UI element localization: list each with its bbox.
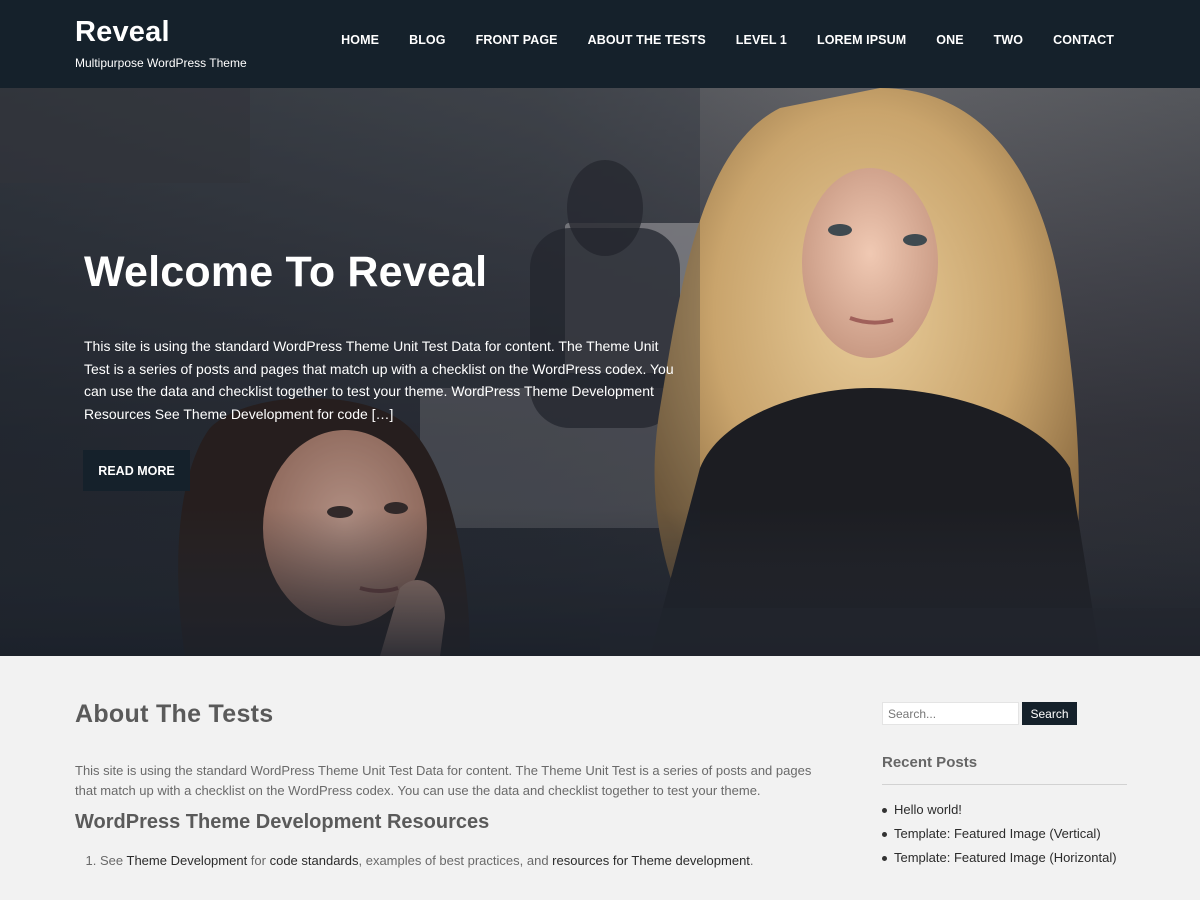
sidebar: Search Recent Posts Hello world! Templat… <box>882 702 1127 872</box>
recent-post-item[interactable]: Hello world! <box>882 800 1127 820</box>
search-button[interactable]: Search <box>1022 702 1077 725</box>
hero-banner: Welcome To Reveal This site is using the… <box>0 88 1200 656</box>
site-title[interactable]: Reveal <box>75 16 247 49</box>
list-item-text: , examples of best practices, and <box>358 853 553 868</box>
site-branding: Reveal Multipurpose WordPress Theme <box>75 16 247 70</box>
nav-item-front-page[interactable]: FRONT PAGE <box>476 33 558 47</box>
site-description: Multipurpose WordPress Theme <box>75 56 247 70</box>
search-input[interactable] <box>882 702 1019 725</box>
nav-item-contact[interactable]: CONTACT <box>1053 33 1114 47</box>
entry-intro: This site is using the standard WordPres… <box>75 763 812 798</box>
list-item-prefix: See <box>100 853 127 868</box>
nav-item-blog[interactable]: BLOG <box>409 33 446 47</box>
resources-list: See Theme Development for code standards… <box>100 851 815 871</box>
resources-link[interactable]: resources for Theme development <box>552 853 750 868</box>
recent-posts-title: Recent Posts <box>882 754 1127 785</box>
list-item-text: for <box>247 853 270 868</box>
read-more-button[interactable]: READ MORE <box>83 450 190 491</box>
theme-development-link[interactable]: Theme Development <box>127 853 248 868</box>
code-standards-link[interactable]: code standards <box>270 853 359 868</box>
nav-item-about-the-tests[interactable]: ABOUT THE TESTS <box>588 33 706 47</box>
nav-item-home[interactable]: HOME <box>341 33 379 47</box>
entry-subtitle: WordPress Theme Development Resources <box>75 811 490 833</box>
list-item: See Theme Development for code standards… <box>100 851 815 871</box>
recent-posts-list: Hello world! Template: Featured Image (V… <box>882 800 1127 868</box>
recent-post-item[interactable]: Template: Featured Image (Vertical) <box>882 824 1127 844</box>
main-content: About The Tests This site is using the s… <box>75 700 815 875</box>
recent-post-item[interactable]: Template: Featured Image (Horizontal) <box>882 848 1127 868</box>
main-navigation: HOME BLOG FRONT PAGE ABOUT THE TESTS LEV… <box>341 33 1114 47</box>
nav-item-one[interactable]: ONE <box>936 33 963 47</box>
hero-title[interactable]: Welcome To Reveal <box>84 248 684 297</box>
list-item-suffix: . <box>749 853 754 868</box>
hero-excerpt: This site is using the standard WordPres… <box>84 338 674 422</box>
entry-title[interactable]: About The Tests <box>75 700 815 729</box>
site-header: Reveal Multipurpose WordPress Theme HOME… <box>0 0 1200 88</box>
nav-item-two[interactable]: TWO <box>994 33 1023 47</box>
hero-content: Welcome To Reveal This site is using the… <box>84 248 684 425</box>
search-form: Search <box>882 702 1127 725</box>
nav-item-level-1[interactable]: LEVEL 1 <box>736 33 787 47</box>
nav-item-lorem-ipsum[interactable]: LOREM IPSUM <box>817 33 906 47</box>
